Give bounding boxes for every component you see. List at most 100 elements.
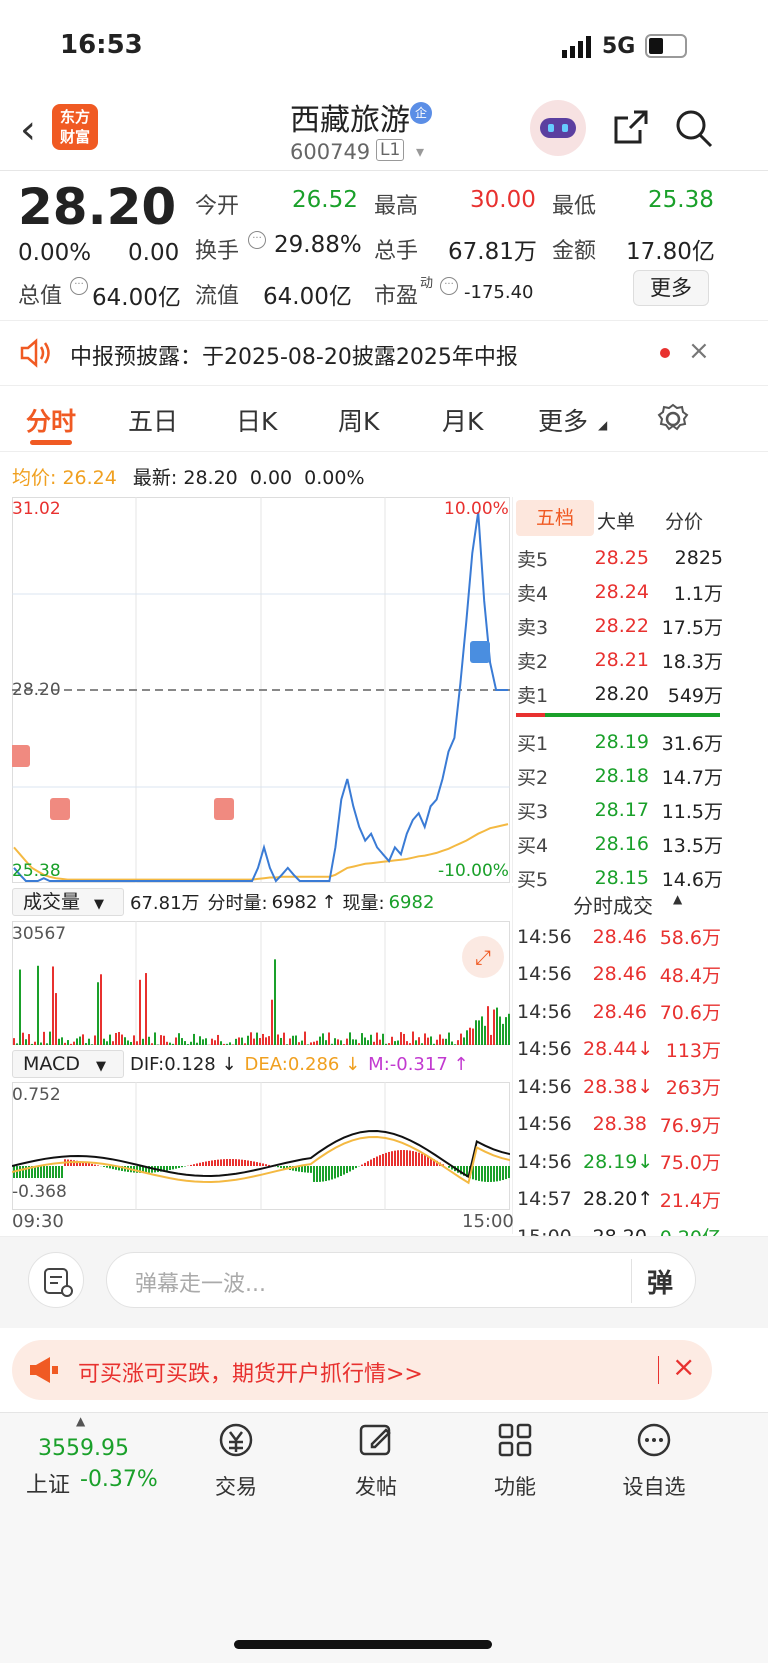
volume-bar [331,1043,333,1045]
ad-close-icon[interactable]: × [672,1350,695,1383]
orderbook-row: 买3 28.17 11.5万 [517,793,723,827]
ad-banner[interactable]: 可买涨可买跌，期货开户抓行情>> × [12,1340,712,1400]
macd-bar [58,1166,60,1178]
index-change[interactable]: -0.37% [80,1467,158,1492]
latest-label: 最新: [132,467,178,489]
volume-bar [385,1043,387,1045]
macd-max-label: 0.752 [12,1085,61,1105]
expand-icon[interactable]: ⤢ [462,936,504,978]
buy-marker-icon [12,745,30,767]
unread-dot [660,348,670,358]
level-label: 卖2 [517,650,549,673]
share-icon[interactable] [610,108,650,148]
ticks-title[interactable]: 分时成交 [573,890,653,919]
volume-bar [22,1032,24,1045]
tick-price: 28.46 [592,1000,647,1023]
macd-bar [280,1166,282,1168]
volume-bar [457,1040,459,1045]
info-icon[interactable]: ··· [248,231,266,249]
info-icon[interactable]: ··· [440,277,458,295]
index-expand-icon[interactable]: ▲ [76,1414,85,1428]
volume-bar [484,1025,486,1045]
volume-bar [346,1038,348,1045]
tick-time: 14:56 [517,925,572,948]
index-value[interactable]: 3559.95 [38,1436,129,1461]
grid-icon [498,1423,532,1457]
volume-bar [433,1043,435,1045]
orderbook-tab-price[interactable]: 分价 [665,507,703,534]
volume-bar [316,1040,318,1045]
macd-bar [328,1166,330,1181]
comment-list-icon[interactable] [28,1252,84,1308]
sell-marker-icon [470,641,490,663]
tab-monthly-k[interactable]: 月K [442,402,483,438]
volume-chart[interactable] [12,921,510,1045]
search-icon[interactable] [674,108,714,148]
nav-function[interactable]: 功能 [455,1420,575,1501]
level-price: 28.17 [594,799,649,821]
open-value: 26.52 [292,187,358,213]
tab-weekly-k[interactable]: 周K [338,402,379,438]
volume-bar [301,1040,303,1045]
ad-text: 可买涨可买跌，期货开户抓行情>> [78,1362,423,1387]
app-logo: 东方 财富 [52,104,98,150]
volume-bar [268,1036,270,1045]
volume-bar [460,1033,462,1045]
volume-indicator-select[interactable]: 成交量 ▼ [12,888,124,916]
tab-more[interactable]: 更多 [538,402,588,438]
orderbook-row: 卖2 28.21 18.3万 [517,643,723,677]
macd-indicator-select[interactable]: MACD ▼ [12,1050,124,1078]
gear-icon[interactable] [656,402,690,436]
level-volume: 14.7万 [661,766,723,789]
tab-five-day[interactable]: 五日 [128,402,178,438]
volume-bar [37,965,39,1045]
macd-bar [106,1166,108,1168]
assistant-robot-icon[interactable] [530,100,586,156]
volume-bar [475,1020,477,1045]
volume-value: 67.81万 [448,239,537,265]
info-icon[interactable]: ··· [70,277,88,295]
macd-bar [493,1166,495,1182]
code-dropdown-icon[interactable]: ▾ [416,142,424,161]
volume-bar [472,1028,474,1045]
danmu-toggle-button[interactable]: 弹 [647,1263,673,1300]
volume-bar [487,1006,489,1045]
volume-bar [328,1032,330,1045]
macd-bar [496,1166,498,1182]
volume-bar [340,1040,342,1045]
orderbook-tab-bigorders[interactable]: 大单 [597,507,635,534]
tick-row: 14:56 28.46 70.6万 [517,993,721,1031]
macd-chart[interactable] [12,1082,510,1210]
macd-bar [343,1166,345,1175]
level-price: 28.22 [594,615,649,637]
volume-bar [235,1038,237,1045]
macd-bar [490,1166,492,1182]
volume-bar [106,1041,108,1045]
volume-bar [430,1036,432,1045]
volume-bar [91,1044,93,1045]
nav-add-watchlist[interactable]: 设自选 [594,1420,714,1501]
tab-intraday[interactable]: 分时 [26,402,76,438]
macd-bar [322,1166,324,1182]
nav-trade[interactable]: 交易 [176,1420,296,1501]
close-icon[interactable]: × [688,336,710,366]
orderbook-row: 卖3 28.22 17.5万 [517,609,723,643]
volume-bar [118,1032,120,1045]
more-button[interactable]: 更多 [633,270,709,306]
nav-post[interactable]: 发帖 [316,1420,436,1501]
open-label: 今开 [195,194,240,219]
volume-label: 总手 [374,239,419,264]
edit-icon [359,1424,391,1456]
macd-bar [199,1162,201,1166]
volume-bar [493,1009,495,1045]
index-name[interactable]: 上证 [26,1467,70,1499]
back-icon[interactable]: ‹ [20,110,50,150]
macd-bar [208,1160,210,1166]
danmu-input[interactable]: 弹幕走一波... 弹 [106,1252,696,1308]
price-chart[interactable] [12,497,510,883]
tab-daily-k[interactable]: 日K [236,402,277,438]
volume-max-label: 30567 [12,924,67,944]
macd-bar [406,1150,408,1166]
orderbook-tab-5levels[interactable]: 五档 [516,500,594,536]
tab-indicator [30,440,72,445]
